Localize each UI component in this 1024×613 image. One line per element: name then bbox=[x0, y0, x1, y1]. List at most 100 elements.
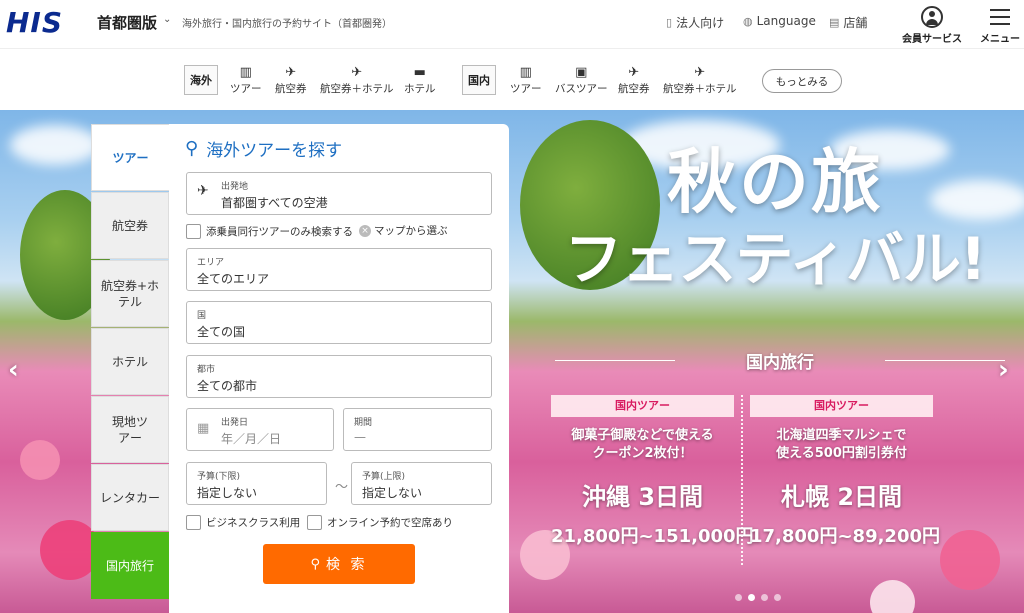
departure-plane-icon: ✈ bbox=[197, 183, 209, 199]
offer-sapporo[interactable]: 国内ツアー 北海道四季マルシェで 使える500円割引券付 札幌 2日間 17,8… bbox=[750, 395, 941, 548]
carousel-dot[interactable] bbox=[774, 594, 781, 601]
offer-destination: 沖縄 3日間 bbox=[581, 483, 704, 511]
airplane-icon: ✈ bbox=[285, 65, 297, 80]
nav-domestic-flight[interactable]: ✈ 航空券 bbox=[618, 65, 650, 96]
language-link-label: Language bbox=[756, 14, 816, 28]
offer-price: 17,800円~89,200円 bbox=[750, 526, 941, 547]
tab-flight[interactable]: 航空券 bbox=[91, 192, 169, 259]
nav-label: ツアー bbox=[510, 83, 542, 95]
suitcase-icon: ▥ bbox=[519, 65, 532, 80]
more-button[interactable]: もっとみる bbox=[762, 69, 842, 93]
budget-min-select[interactable]: 予算(下限) 指定しない bbox=[186, 462, 327, 505]
category-nav: 海外 ▥ ツアー ✈ 航空券 ✈ 航空券＋ホテル ▬ ホテル 国内 ▥ ツアー … bbox=[0, 48, 1024, 110]
area-select[interactable]: エリア 全てのエリア bbox=[186, 248, 492, 291]
city-label: 都市 bbox=[197, 365, 216, 375]
period-label: 期間 bbox=[354, 418, 373, 428]
nav-domestic-tour[interactable]: ▥ ツアー bbox=[510, 65, 542, 96]
budget-max-select[interactable]: 予算(上限) 指定しない bbox=[351, 462, 492, 505]
search-icon: ⚲ bbox=[185, 138, 199, 159]
budget-max-value: 指定しない bbox=[362, 486, 423, 500]
map-select-link[interactable]: × マップから選ぶ bbox=[359, 223, 448, 238]
member-service-button[interactable]: 会員サービス bbox=[900, 4, 964, 45]
close-circle-icon: × bbox=[359, 224, 371, 237]
carousel-dot-active[interactable] bbox=[748, 594, 755, 601]
carousel-dot[interactable] bbox=[735, 594, 742, 601]
language-link[interactable]: ◍ Language bbox=[743, 14, 816, 28]
checkbox-box[interactable] bbox=[307, 515, 322, 530]
tab-hotel[interactable]: ホテル bbox=[91, 328, 169, 395]
conductor-only-checkbox[interactable]: 添乗員同行ツアーのみ検索する bbox=[186, 224, 353, 239]
online-available-checkbox[interactable]: オンライン予約で空席あり bbox=[307, 515, 453, 530]
city-value: 全ての都市 bbox=[197, 379, 258, 393]
store-link-label: 店舗 bbox=[843, 16, 868, 30]
search-button[interactable]: ⚲ 検 索 bbox=[263, 544, 415, 584]
airplane-icon: ✈ bbox=[628, 65, 640, 80]
flight-hotel-icon: ✈ bbox=[351, 65, 363, 80]
tab-rental-car[interactable]: レンタカー bbox=[91, 464, 169, 531]
tab-local-tour[interactable]: 現地ツアー bbox=[91, 396, 169, 463]
nav-overseas-flight[interactable]: ✈ 航空券 bbox=[275, 65, 307, 96]
nav-domestic-bus-tour[interactable]: ▣ バスツアー bbox=[555, 65, 608, 96]
budget-separator: ～ bbox=[335, 480, 349, 495]
conductor-only-label: 添乗員同行ツアーのみ検索する bbox=[206, 226, 353, 238]
departure-field[interactable]: ✈ 出発地 首都圏すべての空港 bbox=[186, 172, 492, 215]
offer-badge: 国内ツアー bbox=[551, 395, 734, 417]
store-link[interactable]: ▤ 店舗 bbox=[829, 14, 867, 31]
tab-flight-hotel[interactable]: 航空券+ホテル bbox=[91, 260, 169, 327]
globe-icon: ◍ bbox=[743, 14, 753, 28]
country-label: 国 bbox=[197, 311, 207, 321]
search-panel: ⚲ 海外ツアーを探す ✈ 出発地 首都圏すべての空港 添乗員同行ツアーのみ検索す… bbox=[169, 124, 509, 613]
nav-overseas-flight-hotel[interactable]: ✈ 航空券＋ホテル bbox=[320, 65, 394, 96]
corporate-link[interactable]: ▯ 法人向け bbox=[666, 14, 724, 31]
online-available-label: オンライン予約で空席あり bbox=[327, 517, 453, 529]
offer-okinawa[interactable]: 国内ツアー 御菓子御殿などで使える クーポン2枚付！ 沖縄 3日間 21,800… bbox=[551, 395, 754, 548]
offer-destination: 札幌 2日間 bbox=[780, 483, 903, 511]
promo-title-line1: 秋の旅 bbox=[667, 141, 883, 223]
offer-price: 21,800円~151,000円 bbox=[551, 526, 754, 547]
promo-title: 秋の旅 フェスティバル! bbox=[540, 140, 1010, 294]
tab-domestic-travel[interactable]: 国内旅行 bbox=[91, 532, 169, 599]
calendar-icon: ▦ bbox=[197, 421, 210, 436]
date-placeholder: 年／月／日 bbox=[221, 432, 282, 446]
bed-icon: ▬ bbox=[413, 65, 426, 80]
menu-button[interactable]: メニュー bbox=[968, 4, 1024, 45]
country-select[interactable]: 国 全ての国 bbox=[186, 301, 492, 344]
user-icon bbox=[921, 6, 943, 28]
business-class-checkbox[interactable]: ビジネスクラス利用 bbox=[186, 515, 300, 530]
nav-label: 航空券＋ホテル bbox=[663, 83, 737, 95]
search-button-label: 検 索 bbox=[326, 557, 368, 573]
flower bbox=[20, 440, 60, 480]
departure-date-field[interactable]: ▦ 出発日 年／月／日 bbox=[186, 408, 334, 451]
hamburger-icon bbox=[990, 9, 1010, 25]
nav-label: 航空券 bbox=[618, 83, 650, 95]
period-select[interactable]: 期間 — bbox=[343, 408, 492, 451]
nav-domestic-flight-hotel[interactable]: ✈ 航空券＋ホテル bbox=[663, 65, 737, 96]
offer-desc-line2: 使える500円割引券付 bbox=[776, 446, 907, 461]
flight-hotel-icon: ✈ bbox=[694, 65, 706, 80]
nav-overseas-tour[interactable]: ▥ ツアー bbox=[230, 65, 262, 96]
nav-overseas-hotel[interactable]: ▬ ホテル bbox=[404, 65, 436, 96]
carousel-prev-icon[interactable]: ‹ bbox=[8, 355, 19, 385]
tab-tour[interactable]: ツアー bbox=[91, 124, 169, 191]
promo-subtitle: 国内旅行 bbox=[555, 348, 1005, 373]
country-value: 全ての国 bbox=[197, 325, 246, 339]
departure-value: 首都圏すべての空港 bbox=[221, 196, 328, 210]
business-class-label: ビジネスクラス利用 bbox=[206, 517, 301, 529]
building-icon: ▯ bbox=[666, 16, 673, 29]
offer-desc-line1: 御菓子御殿などで使える bbox=[571, 428, 714, 443]
member-service-label: 会員サービス bbox=[902, 34, 962, 45]
nav-label: 航空券＋ホテル bbox=[320, 83, 394, 95]
checkbox-box[interactable] bbox=[186, 515, 201, 530]
store-icon: ▤ bbox=[829, 16, 840, 29]
offer-divider bbox=[741, 395, 743, 565]
city-select[interactable]: 都市 全ての都市 bbox=[186, 355, 492, 398]
corporate-link-label: 法人向け bbox=[676, 16, 725, 30]
departure-label: 出発地 bbox=[221, 182, 249, 192]
region-selector[interactable]: 首都圏版 bbox=[97, 12, 157, 33]
chevron-down-icon[interactable]: ⌄ bbox=[163, 14, 171, 25]
checkbox-box[interactable] bbox=[186, 224, 201, 239]
carousel-dot[interactable] bbox=[761, 594, 768, 601]
menu-label: メニュー bbox=[980, 34, 1020, 45]
offer-desc-line1: 北海道四季マルシェで bbox=[776, 428, 907, 443]
his-logo[interactable]: HIS bbox=[6, 6, 63, 39]
